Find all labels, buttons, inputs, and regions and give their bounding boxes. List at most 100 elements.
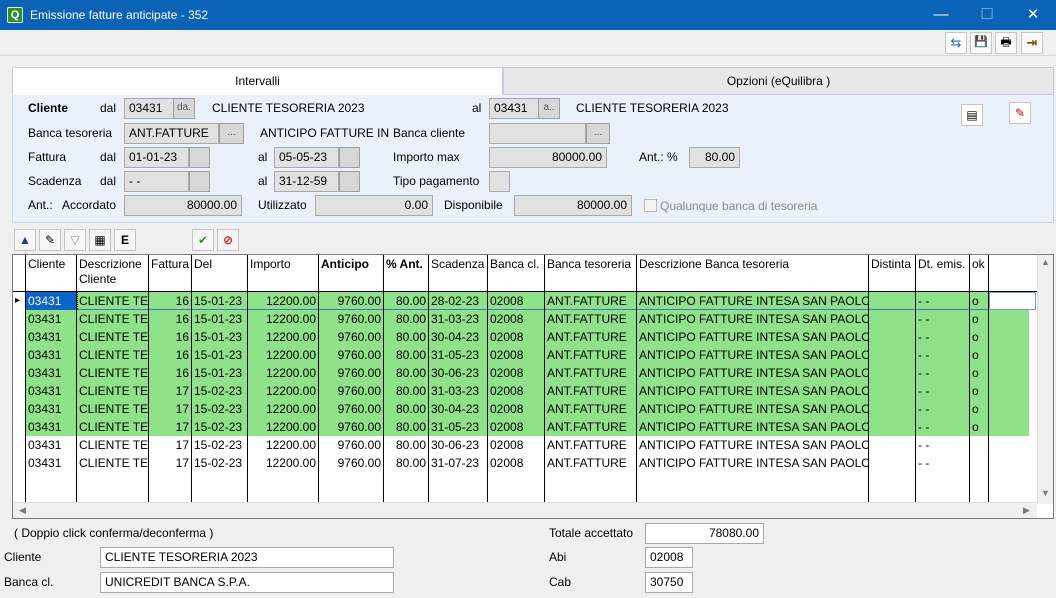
table-row[interactable]: 03431 CLIENTE TE 17 15-02-23 12200.00 9760.00…: [13, 436, 1029, 454]
edit-tool-icon[interactable]: ✎: [1009, 102, 1031, 124]
cell-banca-tes[interactable]: ANT.FATTURE: [545, 454, 637, 472]
cell-fattura[interactable]: 17: [149, 436, 192, 454]
cell-banca-cl[interactable]: 02008: [488, 436, 545, 454]
minimize-button[interactable]: —: [918, 0, 964, 30]
cell-anticipo[interactable]: 9760.00: [319, 382, 384, 400]
column-header-pct[interactable]: % Ant.: [384, 255, 429, 292]
cell-fattura[interactable]: 17: [149, 382, 192, 400]
cell-ok[interactable]: o: [970, 310, 989, 328]
cell-del[interactable]: 15-02-23: [192, 400, 248, 418]
cell-descr[interactable]: CLIENTE TE: [77, 400, 149, 418]
cell-distinta[interactable]: [869, 346, 916, 364]
cell-scadenza[interactable]: 30-04-23: [429, 400, 488, 418]
cell-descr[interactable]: CLIENTE TE: [77, 382, 149, 400]
table-row[interactable]: 03431 CLIENTE TE 17 15-02-23 12200.00 9760.00…: [13, 400, 1029, 418]
cell-ok[interactable]: o: [970, 364, 989, 382]
cell-banca-cl[interactable]: 02008: [488, 364, 545, 382]
cell-fattura[interactable]: 17: [149, 454, 192, 472]
banca-tesoreria-field[interactable]: ANT.FATTURE: [124, 123, 219, 144]
cell-descr-banca[interactable]: ANTICIPO FATTURE INTESA SAN PAOLO: [637, 400, 869, 418]
cell-anticipo[interactable]: 9760.00: [319, 328, 384, 346]
cell-descr[interactable]: CLIENTE TE: [77, 310, 149, 328]
cell-pct[interactable]: [384, 472, 429, 490]
cliente-al-field[interactable]: 03431: [489, 98, 539, 119]
cell-del[interactable]: 15-01-23: [192, 346, 248, 364]
cell-ok[interactable]: o: [970, 382, 989, 400]
cell-del[interactable]: 15-01-23: [192, 364, 248, 382]
notes-icon[interactable]: ▤: [961, 104, 983, 126]
cell-cliente[interactable]: 03431: [26, 382, 77, 400]
cell-dt-emis[interactable]: - -: [916, 400, 970, 418]
cell-descr-banca[interactable]: [637, 472, 869, 490]
cell-pct[interactable]: 80.00: [384, 418, 429, 436]
cliente-dal-lookup-button[interactable]: da.: [173, 98, 195, 119]
cliente-al-lookup-button[interactable]: a..: [538, 98, 560, 119]
scroll-left-icon[interactable]: ◀: [15, 503, 30, 518]
cell-importo[interactable]: 12200.00: [248, 382, 319, 400]
cell-anticipo[interactable]: 9760.00: [319, 436, 384, 454]
cell-dt-emis[interactable]: - -: [916, 310, 970, 328]
confirm-all-icon[interactable]: ✔: [192, 229, 214, 251]
cell-distinta[interactable]: [869, 472, 916, 490]
cell-banca-tes[interactable]: ANT.FATTURE: [545, 418, 637, 436]
cell-fattura[interactable]: [149, 472, 192, 490]
cell-descr[interactable]: CLIENTE TE: [77, 328, 149, 346]
cell-scadenza[interactable]: 31-07-23: [429, 454, 488, 472]
cell-ok[interactable]: o: [970, 346, 989, 364]
cell-importo[interactable]: 12200.00: [248, 418, 319, 436]
cell-descr-banca[interactable]: ANTICIPO FATTURE INTESA SAN PAOLO: [637, 454, 869, 472]
cell-del[interactable]: 15-01-23: [192, 310, 248, 328]
table-row[interactable]: 03431 CLIENTE TE 17 15-02-23 12200.00 9760.00…: [13, 454, 1029, 472]
table-row[interactable]: 03431 CLIENTE TE 17 15-02-23 12200.00 9760.00…: [13, 418, 1029, 436]
footer-cliente-field[interactable]: CLIENTE TESORERIA 2023: [100, 547, 394, 568]
cell-del[interactable]: [192, 472, 248, 490]
cell-fattura[interactable]: 16: [149, 346, 192, 364]
cell-descr[interactable]: CLIENTE TE: [77, 454, 149, 472]
cell-importo[interactable]: 12200.00: [248, 292, 319, 310]
cell-importo[interactable]: 12200.00: [248, 400, 319, 418]
cell-cliente[interactable]: 03431: [25, 291, 78, 311]
cell-distinta[interactable]: [869, 364, 916, 382]
cell-banca-cl[interactable]: 02008: [488, 310, 545, 328]
cell-importo[interactable]: 12200.00: [248, 310, 319, 328]
cell-dt-emis[interactable]: - -: [916, 328, 970, 346]
cell-scadenza[interactable]: 28-02-23: [429, 292, 488, 310]
cell-cliente[interactable]: [26, 472, 77, 490]
cell-banca-cl[interactable]: 02008: [488, 454, 545, 472]
maximize-button[interactable]: ☐: [964, 0, 1010, 30]
cell-anticipo[interactable]: 9760.00: [319, 310, 384, 328]
cell-ok[interactable]: o: [970, 292, 989, 310]
column-header-del[interactable]: Del: [192, 255, 248, 292]
tab-intervalli[interactable]: Intervalli: [12, 67, 503, 95]
cell-cliente[interactable]: 03431: [26, 328, 77, 346]
refresh-icon[interactable]: ⇆: [945, 32, 967, 54]
cell-distinta[interactable]: [869, 292, 916, 310]
cell-cliente[interactable]: 03431: [26, 400, 77, 418]
scadenza-al-field[interactable]: 31-12-59: [274, 171, 339, 192]
column-header-anticipo[interactable]: Anticipo: [319, 255, 384, 292]
cell-descr[interactable]: CLIENTE TE: [77, 436, 149, 454]
cell-del[interactable]: 15-01-23: [192, 328, 248, 346]
cell-distinta[interactable]: [869, 328, 916, 346]
table-row[interactable]: 03431 CLIENTE TE 16 15-01-23 12200.00 9760.00…: [13, 364, 1029, 382]
table-row[interactable]: 03431 CLIENTE TE 17 15-02-23 12200.00 9760.00…: [13, 382, 1029, 400]
scroll-up-icon[interactable]: ▲: [1038, 255, 1053, 270]
cell-dt-emis[interactable]: - -: [916, 382, 970, 400]
cell-anticipo[interactable]: 9760.00: [319, 292, 384, 310]
cell-anticipo[interactable]: 9760.00: [319, 364, 384, 382]
table-row[interactable]: 03431 CLIENTE TE 16 15-01-23 12200.00 9760.00…: [13, 310, 1029, 328]
cell-distinta[interactable]: [869, 310, 916, 328]
banca-cliente-field[interactable]: [489, 123, 586, 144]
cell-banca-cl[interactable]: 02008: [488, 292, 545, 310]
cell-descr-banca[interactable]: ANTICIPO FATTURE INTESA SAN PAOLO: [637, 418, 869, 436]
cell-importo[interactable]: [248, 472, 319, 490]
cell-ok[interactable]: o: [970, 418, 989, 436]
cell-scadenza[interactable]: [429, 472, 488, 490]
importo-max-field[interactable]: 80000.00: [489, 147, 607, 168]
cell-banca-tes[interactable]: ANT.FATTURE: [545, 346, 637, 364]
cell-distinta[interactable]: [869, 418, 916, 436]
cell-descr[interactable]: CLIENTE TE: [77, 346, 149, 364]
horizontal-scrollbar[interactable]: ◀ ▶: [13, 502, 1037, 518]
cell-pct[interactable]: 80.00: [384, 364, 429, 382]
table-row[interactable]: ▸ 03431 CLIENTE TE 16 15-01-23 12200.00 9760.0…: [13, 291, 1036, 311]
